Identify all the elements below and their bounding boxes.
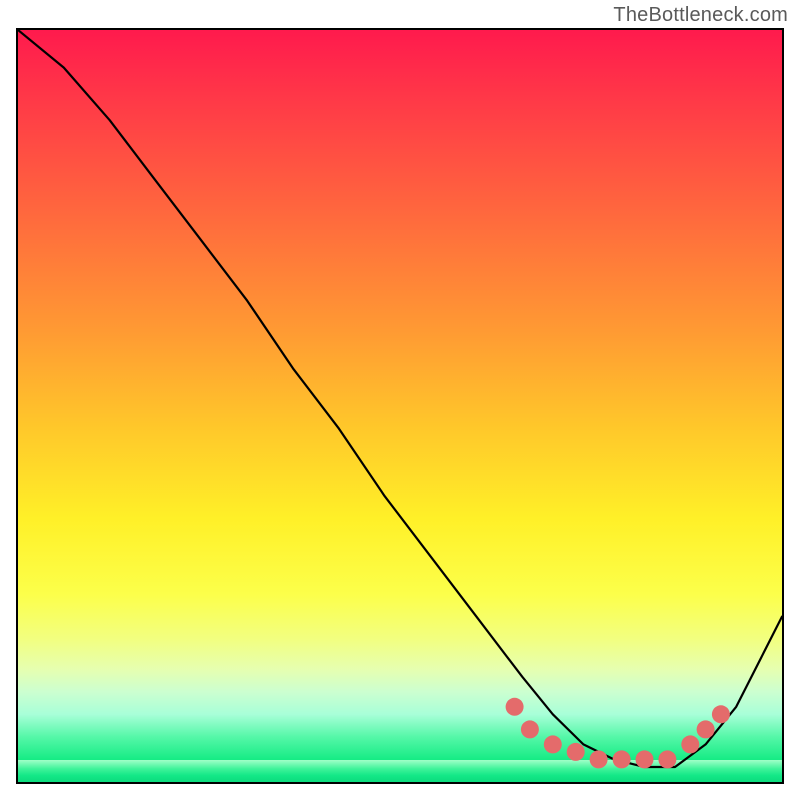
marker-dot — [590, 750, 608, 768]
marker-dot — [636, 750, 654, 768]
watermark-label: TheBottleneck.com — [613, 4, 788, 27]
scatter-dots — [506, 698, 730, 769]
chart-svg — [18, 30, 782, 782]
marker-dot — [613, 750, 631, 768]
bottleneck-curve — [18, 30, 782, 767]
chart-container: TheBottleneck.com — [0, 0, 800, 800]
marker-dot — [521, 720, 539, 738]
marker-dot — [712, 705, 730, 723]
marker-dot — [658, 750, 676, 768]
marker-dot — [567, 743, 585, 761]
marker-dot — [697, 720, 715, 738]
marker-dot — [506, 698, 524, 716]
marker-dot — [544, 735, 562, 753]
plot-area — [16, 28, 784, 784]
marker-dot — [681, 735, 699, 753]
